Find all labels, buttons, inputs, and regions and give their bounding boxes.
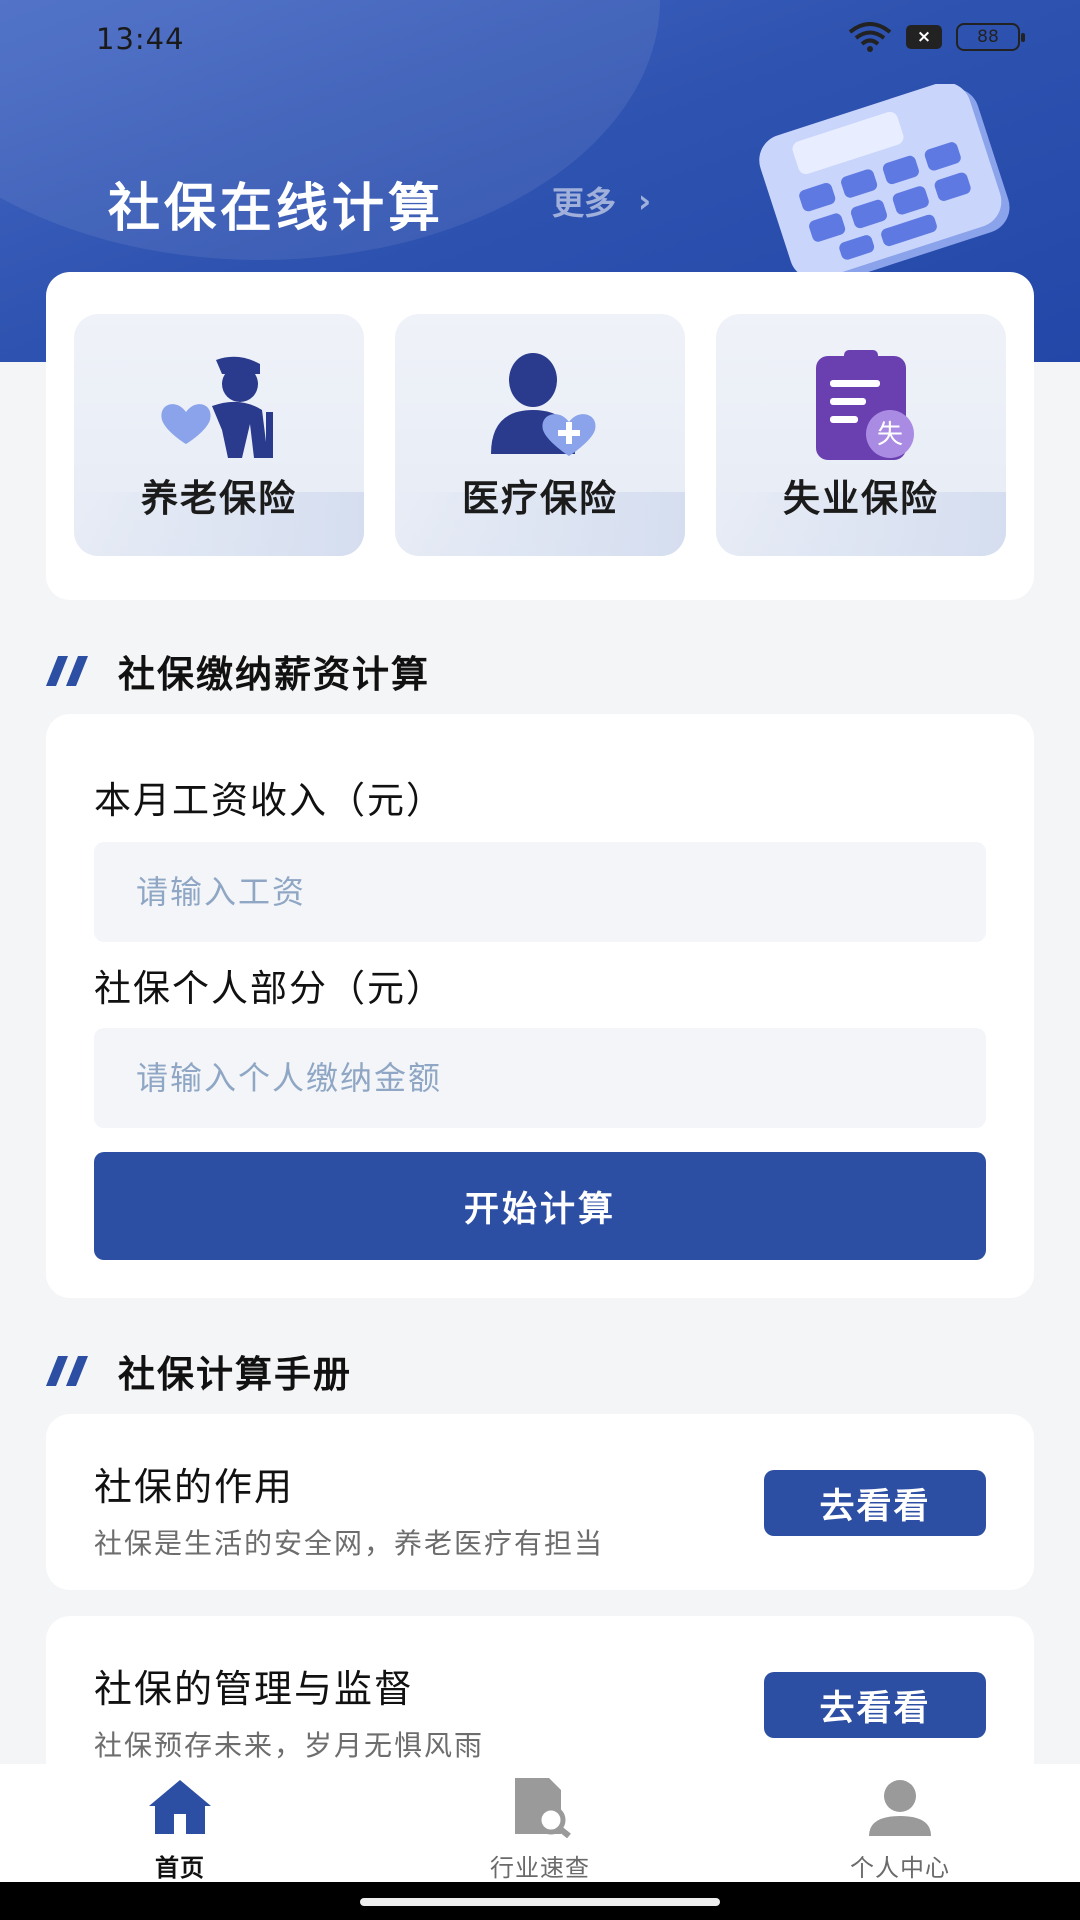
- medical-insurance-button[interactable]: 医疗保险: [395, 314, 685, 556]
- manual-item: 社保的作用 社保是生活的安全网，养老医疗有担当 去看看: [46, 1414, 1034, 1590]
- personal-part-label: 社保个人部分（元）: [94, 967, 445, 1010]
- tab-industry-lookup[interactable]: 行业速查: [420, 1776, 660, 1883]
- salary-form-card: 本月工资收入（元） 社保个人部分（元） 开始计算: [46, 714, 1034, 1298]
- section-title-text: 社保计算手册: [118, 1353, 352, 1396]
- system-navigation-bar: [0, 1882, 1080, 1920]
- manual-item-title: 社保的作用: [94, 1465, 295, 1509]
- battery-indicator: 88: [956, 23, 1025, 51]
- user-icon: [869, 1780, 931, 1836]
- insurance-label: 养老保险: [141, 477, 297, 520]
- unemployment-insurance-button[interactable]: 失 失业保险: [716, 314, 1006, 556]
- home-gesture-handle[interactable]: [360, 1898, 720, 1906]
- manual-item-subtitle: 社保预存未来，岁月无惧风雨: [94, 1729, 485, 1762]
- insurance-label: 失业保险: [783, 477, 939, 520]
- manual-item-title: 社保的管理与监督: [94, 1667, 415, 1711]
- view-button[interactable]: 去看看: [764, 1470, 986, 1536]
- calculator-illustration: [759, 84, 1010, 274]
- start-calculate-button[interactable]: 开始计算: [94, 1152, 986, 1260]
- section-title-manual: 社保计算手册: [46, 1344, 352, 1398]
- manual-item-subtitle: 社保是生活的安全网，养老医疗有担当: [94, 1527, 605, 1560]
- wifi-icon: [848, 22, 892, 52]
- tab-label: 个人中心: [850, 1854, 950, 1882]
- clipboard-unemployment-icon: 失: [816, 350, 914, 460]
- page-title: 社保在线计算: [108, 179, 445, 239]
- pension-insurance-button[interactable]: 养老保险: [74, 314, 364, 556]
- person-medical-icon: [491, 353, 596, 456]
- clipboard-badge-text: 失: [877, 420, 903, 450]
- income-input[interactable]: [94, 842, 986, 942]
- chevron-right-icon: ›: [638, 182, 652, 220]
- status-time: 13:44: [96, 22, 185, 56]
- more-link[interactable]: 更多 ›: [552, 178, 651, 224]
- tab-label: 首页: [155, 1854, 205, 1882]
- insurance-label: 医疗保险: [462, 477, 618, 520]
- bottom-tab-bar: 首页 行业速查 个人中心: [0, 1764, 1080, 1882]
- tab-home[interactable]: 首页: [60, 1776, 300, 1883]
- notification-badge: ×: [906, 25, 942, 49]
- more-label: 更多: [552, 184, 617, 222]
- tab-label: 行业速查: [490, 1854, 590, 1882]
- view-button[interactable]: 去看看: [764, 1672, 986, 1738]
- document-search-icon: [515, 1778, 571, 1838]
- double-slash-icon: [46, 656, 88, 686]
- status-icons: × 88: [848, 22, 1025, 52]
- insurance-card: 养老保险 医疗保险 失 失业保险: [46, 272, 1034, 600]
- section-title-salary: 社保缴纳薪资计算: [46, 644, 430, 698]
- double-slash-icon: [46, 1356, 88, 1386]
- status-bar: 13:44 × 88: [0, 0, 1080, 80]
- home-icon: [149, 1780, 211, 1834]
- tab-personal-center[interactable]: 个人中心: [780, 1776, 1020, 1883]
- section-title-text: 社保缴纳薪资计算: [118, 653, 430, 696]
- income-label: 本月工资收入（元）: [94, 779, 445, 822]
- personal-amount-input[interactable]: [94, 1028, 986, 1128]
- elderly-heart-icon: [161, 356, 273, 458]
